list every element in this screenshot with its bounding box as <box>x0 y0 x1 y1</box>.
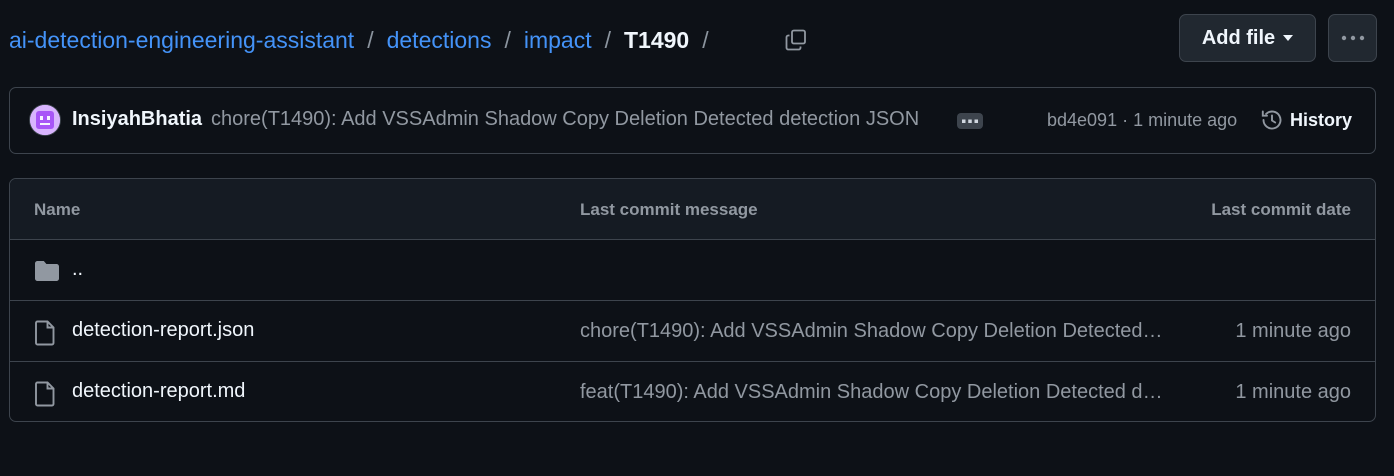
file-icon <box>35 320 55 346</box>
avatar[interactable] <box>30 105 60 135</box>
breadcrumb-separator: / <box>504 26 511 53</box>
copy-icon <box>785 29 806 51</box>
more-options-button[interactable] <box>1328 14 1377 62</box>
add-file-label: Add file <box>1201 26 1276 49</box>
meta-separator: · <box>1122 110 1129 130</box>
breadcrumb: ai-detection-engineering-assistant / det… <box>9 22 709 58</box>
column-header-message: Last commit message <box>580 200 758 219</box>
identicon-icon <box>30 105 60 135</box>
commit-author-link[interactable]: InsiyahBhatia <box>72 108 202 131</box>
breadcrumb-current-folder: T1490 <box>623 26 690 53</box>
table-row: detection-report.json chore(T1490): Add … <box>10 301 1375 362</box>
latest-commit-bar: InsiyahBhatia chore(T1490): Add VSSAdmin… <box>9 87 1376 154</box>
kebab-horizontal-icon <box>1341 35 1364 41</box>
history-icon <box>1261 110 1282 130</box>
history-label: History <box>1290 109 1353 130</box>
file-commit-message-link[interactable]: chore(T1490): Add VSSAdmin Shadow Copy D… <box>580 320 1165 343</box>
breadcrumb-detections-link[interactable]: detections <box>387 27 492 54</box>
breadcrumb-repo-link[interactable]: ai-detection-engineering-assistant <box>9 27 354 54</box>
commit-sha-link[interactable]: bd4e091 <box>1047 110 1117 130</box>
parent-directory-link[interactable]: .. <box>72 258 83 281</box>
file-name-link[interactable]: detection-report.md <box>72 380 245 403</box>
history-button[interactable]: History <box>1260 107 1352 133</box>
column-header-date: Last commit date <box>1211 200 1351 219</box>
commit-time: 1 minute ago <box>1133 110 1238 130</box>
table-row: detection-report.md feat(T1490): Add VSS… <box>10 362 1375 421</box>
caret-down-icon <box>1283 35 1294 41</box>
breadcrumb-separator: / <box>604 26 611 53</box>
commit-meta: bd4e091 · 1 minute ago <box>1047 110 1237 131</box>
breadcrumb-impact-link[interactable]: impact <box>524 27 592 54</box>
file-commit-message-link[interactable]: feat(T1490): Add VSSAdmin Shadow Copy De… <box>580 381 1165 404</box>
add-file-button[interactable]: Add file <box>1179 14 1316 62</box>
column-header-name: Name <box>34 200 81 219</box>
file-table: Name Last commit message Last commit dat… <box>9 178 1376 422</box>
commit-message-link[interactable]: chore(T1490): Add VSSAdmin Shadow Copy D… <box>211 108 919 131</box>
parent-directory-row[interactable]: .. <box>10 240 1375 301</box>
file-commit-date: 1 minute ago <box>1235 320 1351 342</box>
breadcrumb-separator: / <box>367 26 374 53</box>
breadcrumb-separator: / <box>702 26 709 53</box>
expand-commit-message-button[interactable] <box>957 113 983 129</box>
table-header: Name Last commit message Last commit dat… <box>10 179 1375 240</box>
file-icon <box>35 381 55 407</box>
ellipsis-icon <box>962 119 978 123</box>
file-commit-date: 1 minute ago <box>1235 381 1351 403</box>
file-name-link[interactable]: detection-report.json <box>72 319 254 342</box>
repo-folder-page: ai-detection-engineering-assistant / det… <box>0 0 1394 476</box>
folder-icon <box>35 261 59 281</box>
copy-path-button[interactable] <box>778 22 814 58</box>
